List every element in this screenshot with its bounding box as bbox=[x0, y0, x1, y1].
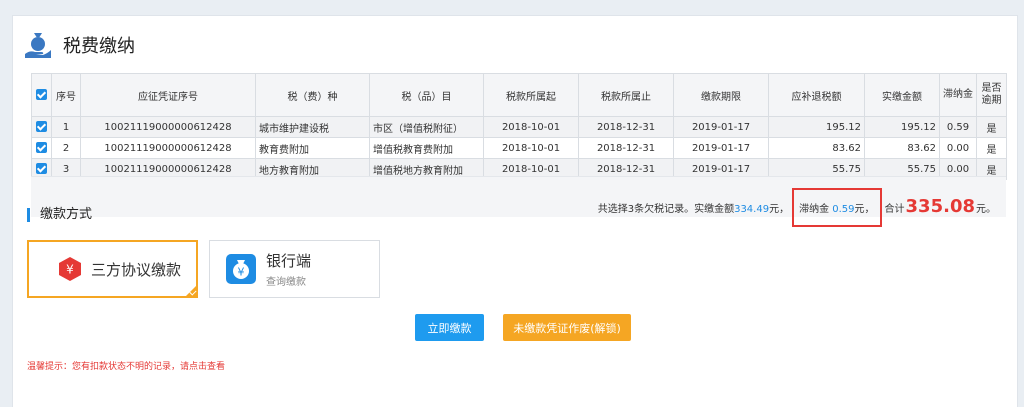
cell-overdue: 是 bbox=[976, 137, 1007, 159]
bank-label: 银行端 bbox=[266, 252, 312, 270]
summary-band: 共选择3条欠税记录。实缴金额 334.49 元， 滞纳金 0.59元， 合计 3… bbox=[31, 176, 1006, 227]
cell-tax-item: 增值税教育费附加 bbox=[369, 137, 484, 159]
cell-voucher: 10021119000000612428 bbox=[80, 137, 256, 159]
money-bag-hand-icon bbox=[23, 30, 53, 60]
row-checkbox[interactable] bbox=[31, 116, 52, 138]
pay-now-button[interactable]: 立即缴款 bbox=[415, 314, 484, 341]
col-late-fee: 滞纳金 bbox=[939, 73, 977, 117]
total-amount: 335.08 bbox=[905, 196, 975, 217]
col-due-amount: 应补退税额 bbox=[768, 73, 865, 117]
summary-actual-amount: 334.49 bbox=[734, 204, 770, 215]
tax-payment-panel: 税费缴纳 序号 应征凭证序号 税（费）种 税（品）目 税款所属起 税款所属止 缴… bbox=[12, 15, 1018, 407]
tripartite-payment-option[interactable]: ¥ 三方协议缴款 bbox=[27, 240, 198, 298]
summary-prefix: 共选择3条欠税记录。实缴金额 bbox=[597, 204, 735, 215]
page-header: 税费缴纳 bbox=[23, 28, 135, 62]
table-row[interactable]: 2 10021119000000612428 教育费附加 增值税教育费附加 20… bbox=[31, 137, 1007, 159]
select-all-checkbox[interactable] bbox=[31, 73, 52, 117]
bank-sublabel: 查询缴款 bbox=[266, 277, 306, 288]
cell-deadline: 2019-01-17 bbox=[673, 137, 769, 159]
col-period-start: 税款所属起 bbox=[483, 73, 579, 117]
payment-summary: 共选择3条欠税记录。实缴金额 334.49 元， 滞纳金 0.59元， 合计 3… bbox=[598, 188, 996, 227]
col-tax-type: 税（费）种 bbox=[255, 73, 370, 117]
svg-text:¥: ¥ bbox=[66, 263, 74, 277]
cell-seq: 2 bbox=[51, 137, 81, 159]
total-label: 合计 bbox=[884, 204, 905, 215]
cell-due-amount: 195.12 bbox=[768, 116, 865, 138]
total-unit: 元。 bbox=[976, 204, 996, 215]
cell-period-start: 2018-10-01 bbox=[483, 116, 579, 138]
cell-overdue: 是 bbox=[976, 116, 1007, 138]
table-row[interactable]: 1 10021119000000612428 城市维护建设税 市区（增值税附征）… bbox=[31, 116, 1007, 138]
payment-method-title: 缴款方式 bbox=[27, 208, 92, 222]
void-voucher-button[interactable]: 未缴款凭证作废(解锁) bbox=[503, 314, 631, 341]
cell-period-end: 2018-12-31 bbox=[578, 116, 674, 138]
table-header-row: 序号 应征凭证序号 税（费）种 税（品）目 税款所属起 税款所属止 缴款期限 应… bbox=[31, 73, 1007, 117]
cell-period-end: 2018-12-31 bbox=[578, 137, 674, 159]
late-fee-value: 0.59 bbox=[832, 204, 855, 215]
col-voucher: 应征凭证序号 bbox=[80, 73, 256, 117]
cell-voucher: 10021119000000612428 bbox=[80, 116, 256, 138]
page-title: 税费缴纳 bbox=[63, 36, 135, 57]
cell-tax-type: 城市维护建设税 bbox=[255, 116, 370, 138]
cell-late-fee: 0.59 bbox=[939, 116, 977, 138]
tripartite-label: 三方协议缴款 bbox=[91, 260, 182, 279]
row-checkbox[interactable] bbox=[31, 137, 52, 159]
summary-unit: 元， bbox=[769, 204, 790, 215]
col-deadline: 缴款期限 bbox=[673, 73, 769, 117]
warning-tip-link[interactable]: 温馨提示：您有扣款状态不明的记录，请点击查看 bbox=[27, 359, 225, 372]
cell-tax-item: 市区（增值税附征） bbox=[369, 116, 484, 138]
cell-seq: 1 bbox=[51, 116, 81, 138]
cell-period-start: 2018-10-01 bbox=[483, 137, 579, 159]
cell-actual-amount: 83.62 bbox=[864, 137, 940, 159]
col-actual-amount: 实缴金额 bbox=[864, 73, 940, 117]
tax-table: 序号 应征凭证序号 税（费）种 税（品）目 税款所属起 税款所属止 缴款期限 应… bbox=[31, 73, 1007, 180]
yuan-shield-icon: ¥ bbox=[57, 256, 83, 282]
cell-deadline: 2019-01-17 bbox=[673, 116, 769, 138]
bank-option-text: 银行端 查询缴款 bbox=[266, 250, 311, 288]
late-fee-unit: 元， bbox=[854, 204, 875, 215]
cell-actual-amount: 195.12 bbox=[864, 116, 940, 138]
late-fee-highlight: 滞纳金 0.59元， bbox=[792, 188, 882, 227]
cell-due-amount: 83.62 bbox=[768, 137, 865, 159]
yuan-bag-icon: ¥ bbox=[226, 254, 256, 284]
svg-text:¥: ¥ bbox=[238, 266, 245, 279]
col-period-end: 税款所属止 bbox=[578, 73, 674, 117]
cell-tax-type: 教育费附加 bbox=[255, 137, 370, 159]
late-fee-label: 滞纳金 bbox=[799, 204, 830, 215]
col-tax-item: 税（品）目 bbox=[369, 73, 484, 117]
col-seq: 序号 bbox=[51, 73, 81, 117]
cell-late-fee: 0.00 bbox=[939, 137, 977, 159]
col-overdue: 是否逾期 bbox=[976, 73, 1007, 117]
bank-payment-option[interactable]: ¥ 银行端 查询缴款 bbox=[209, 240, 380, 298]
